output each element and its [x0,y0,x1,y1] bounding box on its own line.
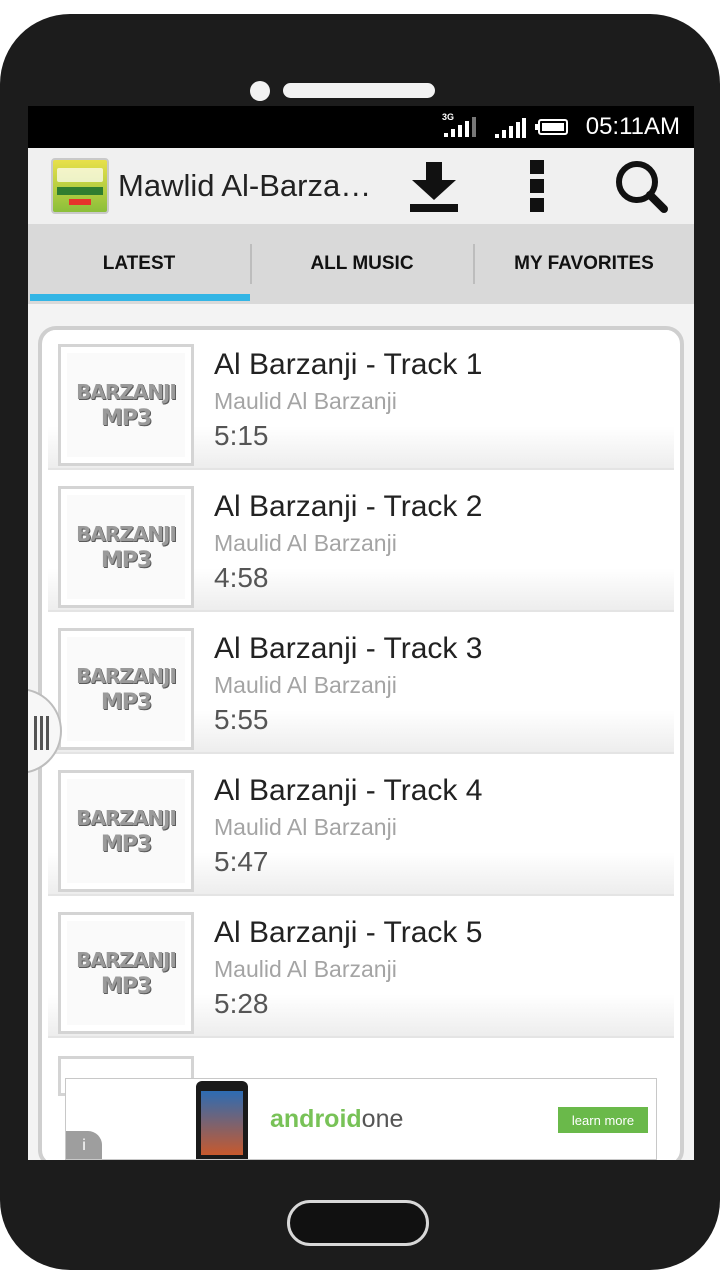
drag-handle-icon [34,716,49,750]
track-duration: 5:15 [214,420,269,451]
tab-bar: LATEST ALL MUSIC MY FAVORITES [28,224,694,304]
ad-brand-text: android [270,1105,362,1133]
track-thumbnail: BARZANJI MP3 [58,912,194,1034]
track-artist: Maulid Al Barzanji [214,956,397,982]
drawer-handle[interactable] [28,688,62,774]
tab-all-music[interactable]: ALL MUSIC [250,224,474,304]
track-item[interactable]: BARZANJI MP3 Al Barzanji - Track 4 Mauli… [48,756,674,896]
app-bar: Mawlid Al-Barzanji Mp3 [28,148,694,224]
track-duration: 4:58 [214,562,269,593]
track-duration: 5:55 [214,704,269,735]
battery-icon [535,119,568,135]
network-type-icon: 3G [442,112,482,138]
overflow-menu-icon [530,160,544,212]
thumbnail-text: MP3 [100,831,152,857]
track-artist: Maulid Al Barzanji [214,672,397,698]
track-duration: 5:47 [214,846,269,877]
ad-brand-text: one [361,1105,404,1133]
track-thumbnail: BARZANJI MP3 [58,486,194,608]
status-bar: 3G 05:11AM [28,106,694,148]
thumbnail-text: MP3 [100,405,152,431]
ad-phone-image [196,1081,248,1159]
track-artist: Maulid Al Barzanji [214,814,397,840]
device-screen: 3G 05:11AM Mawlid Al-Barzanji LATEST ALL… [28,106,694,1160]
track-item[interactable]: BARZANJI MP3 Al Barzanji - Track 5 Mauli… [48,898,674,1038]
ad-brand-logo: androidone [270,1105,403,1134]
ad-banner[interactable]: androidone learn more i [65,1078,657,1160]
ad-info-icon[interactable]: i [66,1131,102,1159]
thumbnail-text: BARZANJI [76,947,177,972]
thumbnail-text: BARZANJI [76,379,177,404]
track-title: Al Barzanji - Track 5 [214,916,483,949]
thumbnail-text: MP3 [100,689,152,715]
thumbnail-text: BARZANJI [76,521,177,546]
track-thumbnail: BARZANJI MP3 [58,770,194,892]
learn-more-button[interactable]: learn more [558,1107,648,1133]
thumbnail-text: MP3 [100,973,152,999]
track-duration: 5:28 [214,988,269,1019]
camera-dot [250,81,270,101]
thumbnail-text: BARZANJI [76,663,177,688]
app-title: Mawlid Al-Barzanji Mp3 [118,168,383,203]
track-item[interactable]: BARZANJI MP3 Al Barzanji - Track 3 Mauli… [48,614,674,754]
tab-latest[interactable]: LATEST [28,224,250,304]
app-logo-icon[interactable] [51,158,109,214]
thumbnail-text: MP3 [100,547,152,573]
search-icon [616,161,668,213]
status-time: 05:11AM [585,113,680,140]
home-button[interactable] [287,1200,429,1246]
search-button[interactable] [608,154,672,218]
track-title: Al Barzanji - Track 1 [214,348,483,381]
track-thumbnail: BARZANJI MP3 [58,344,194,466]
download-icon [410,162,458,212]
track-item[interactable]: BARZANJI MP3 Al Barzanji - Track 1 Mauli… [48,330,674,470]
thumbnail-text: BARZANJI [76,805,177,830]
track-thumbnail: BARZANJI MP3 [58,628,194,750]
download-button[interactable] [402,154,466,218]
track-list[interactable]: BARZANJI MP3 Al Barzanji - Track 1 Mauli… [38,326,684,1160]
track-artist: Maulid Al Barzanji [214,530,397,556]
overflow-menu-button[interactable] [506,154,570,218]
track-item[interactable]: BARZANJI MP3 Al Barzanji - Track 2 Mauli… [48,472,674,612]
track-title: Al Barzanji - Track 2 [214,490,483,523]
earpiece-speaker [283,83,435,98]
selected-tab-indicator [30,294,250,301]
tab-my-favorites[interactable]: MY FAVORITES [474,224,694,304]
signal-strength-icon [494,118,526,138]
track-title: Al Barzanji - Track 3 [214,632,483,665]
track-artist: Maulid Al Barzanji [214,388,397,414]
track-title: Al Barzanji - Track 4 [214,774,483,807]
